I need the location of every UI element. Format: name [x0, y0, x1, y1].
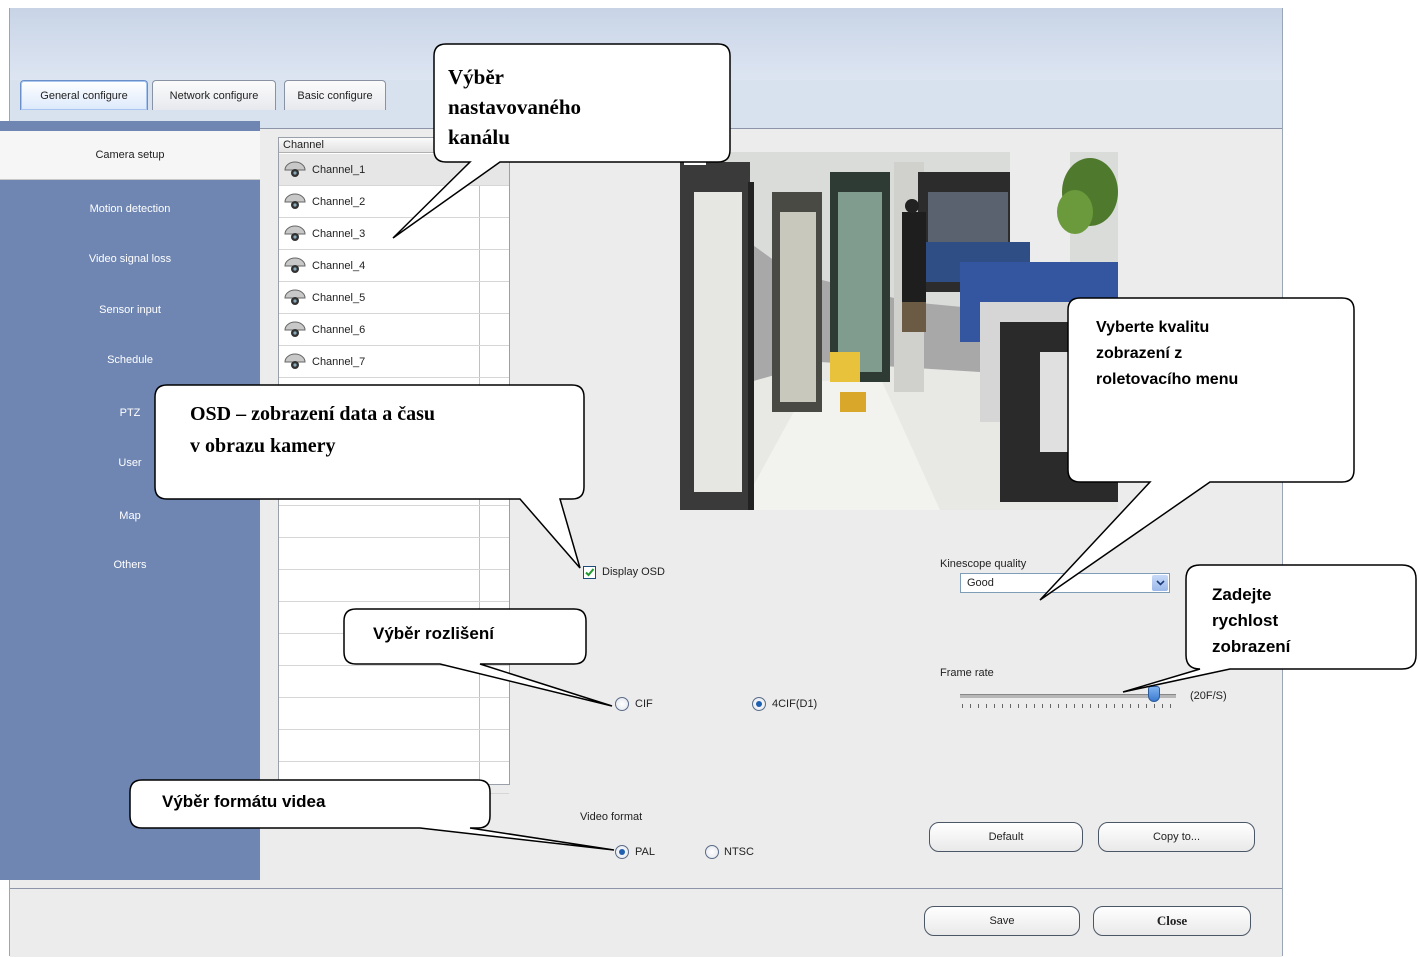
channel-label: Channel_2 [312, 195, 366, 208]
empty-row [279, 698, 509, 730]
frame-rate-slider-ticks [962, 704, 1174, 708]
copy-to-button[interactable]: Copy to... [1098, 822, 1255, 852]
channel-row-2[interactable]: Channel_2 [279, 186, 509, 218]
sidebar-item-others[interactable]: Others [0, 541, 260, 589]
sidebar-item-map[interactable]: Map [0, 492, 260, 540]
footer-bar [10, 888, 1282, 957]
radio-pal[interactable] [615, 845, 629, 859]
callout-format-text: Výběr formátu videa [162, 792, 326, 811]
save-button[interactable]: Save [924, 906, 1080, 936]
channel-row-1[interactable]: Channel_1 [279, 154, 509, 186]
dome-camera-icon [284, 193, 306, 209]
empty-row [279, 474, 509, 506]
tab-basic-configure[interactable]: Basic configure [284, 80, 386, 110]
radio-ntsc[interactable] [705, 845, 719, 859]
chevron-down-icon[interactable] [1152, 575, 1168, 591]
radio-4cif-d1[interactable] [752, 697, 766, 711]
callout-quality-text: Vyberte kvalitu zobrazení z roletovacího… [1096, 319, 1239, 388]
empty-row [279, 730, 509, 762]
channel-label: Channel_1 [312, 163, 366, 176]
dome-camera-icon [284, 321, 306, 337]
sidebar: Camera setup Motion detection Video sign… [0, 121, 260, 880]
channel-row-7[interactable]: Channel_7 [279, 346, 509, 378]
default-button[interactable]: Default [929, 822, 1083, 852]
channel-row-4[interactable]: Channel_4 [279, 250, 509, 282]
sidebar-item-motion-detection[interactable]: Motion detection [0, 185, 260, 233]
checkmark-icon [585, 568, 595, 577]
radio-ntsc-label: NTSC [724, 846, 754, 858]
channel-label: Channel_6 [312, 323, 366, 336]
tab-general-configure[interactable]: General configure [20, 80, 148, 110]
frame-rate-slider-thumb[interactable] [1148, 686, 1161, 702]
camera-preview-image [680, 152, 1118, 510]
channel-row-6[interactable]: Channel_6 [279, 314, 509, 346]
close-button[interactable]: Close [1093, 906, 1251, 936]
radio-cif[interactable] [615, 697, 629, 711]
channel-label: Channel_7 [312, 355, 366, 368]
radio-cif-label: CIF [635, 698, 653, 710]
kinescope-quality-label: Kinescope quality [940, 558, 1027, 570]
title-band [10, 8, 1282, 81]
dome-camera-icon [284, 161, 306, 177]
empty-row [279, 666, 509, 698]
sidebar-item-sensor-input[interactable]: Sensor input [0, 286, 260, 334]
empty-row [279, 506, 509, 538]
channel-row-5[interactable]: Channel_5 [279, 282, 509, 314]
channel-label: Channel_3 [312, 227, 366, 240]
callout-framerate-text: Zadejte rychlost zobrazení [1212, 585, 1291, 656]
dome-camera-icon [284, 289, 306, 305]
callout-resolution-text: Výběr rozlišení [373, 624, 494, 643]
callout-osd-text: OSD – zobrazení data a času v obrazu kam… [190, 403, 435, 457]
channel-row-3[interactable]: Channel_3 [279, 218, 509, 250]
display-osd-checkbox[interactable] [583, 566, 596, 579]
dome-camera-icon [284, 225, 306, 241]
callout-channel-text: Výběr nastavovaného kanálu [448, 65, 582, 149]
empty-row [279, 538, 509, 570]
video-format-label: Video format [580, 811, 643, 823]
empty-row [279, 570, 509, 602]
kinescope-quality-value: Good [967, 577, 994, 589]
frame-rate-slider-track[interactable] [960, 694, 1176, 698]
dome-camera-icon [284, 353, 306, 369]
channel-label: Channel_4 [312, 259, 366, 272]
empty-row [279, 762, 509, 794]
display-osd-label: Display OSD [602, 566, 665, 578]
radio-4cif-label: 4CIF(D1) [772, 698, 818, 710]
sidebar-item-camera-setup[interactable]: Camera setup [0, 131, 260, 180]
sidebar-item-schedule[interactable]: Schedule [0, 336, 260, 384]
frame-rate-value: (20F/S) [1190, 690, 1227, 702]
channel-label: Channel_5 [312, 291, 366, 304]
sidebar-item-video-signal-loss[interactable]: Video signal loss [0, 235, 260, 283]
tab-network-configure[interactable]: Network configure [152, 80, 276, 110]
dome-camera-icon [284, 257, 306, 273]
radio-pal-label: PAL [635, 846, 655, 858]
channel-rows: Channel_1 Channel_2 Channel_3 Channel_4 … [279, 154, 509, 794]
frame-rate-label: Frame rate [940, 667, 994, 679]
kinescope-quality-select[interactable]: Good [960, 573, 1170, 593]
